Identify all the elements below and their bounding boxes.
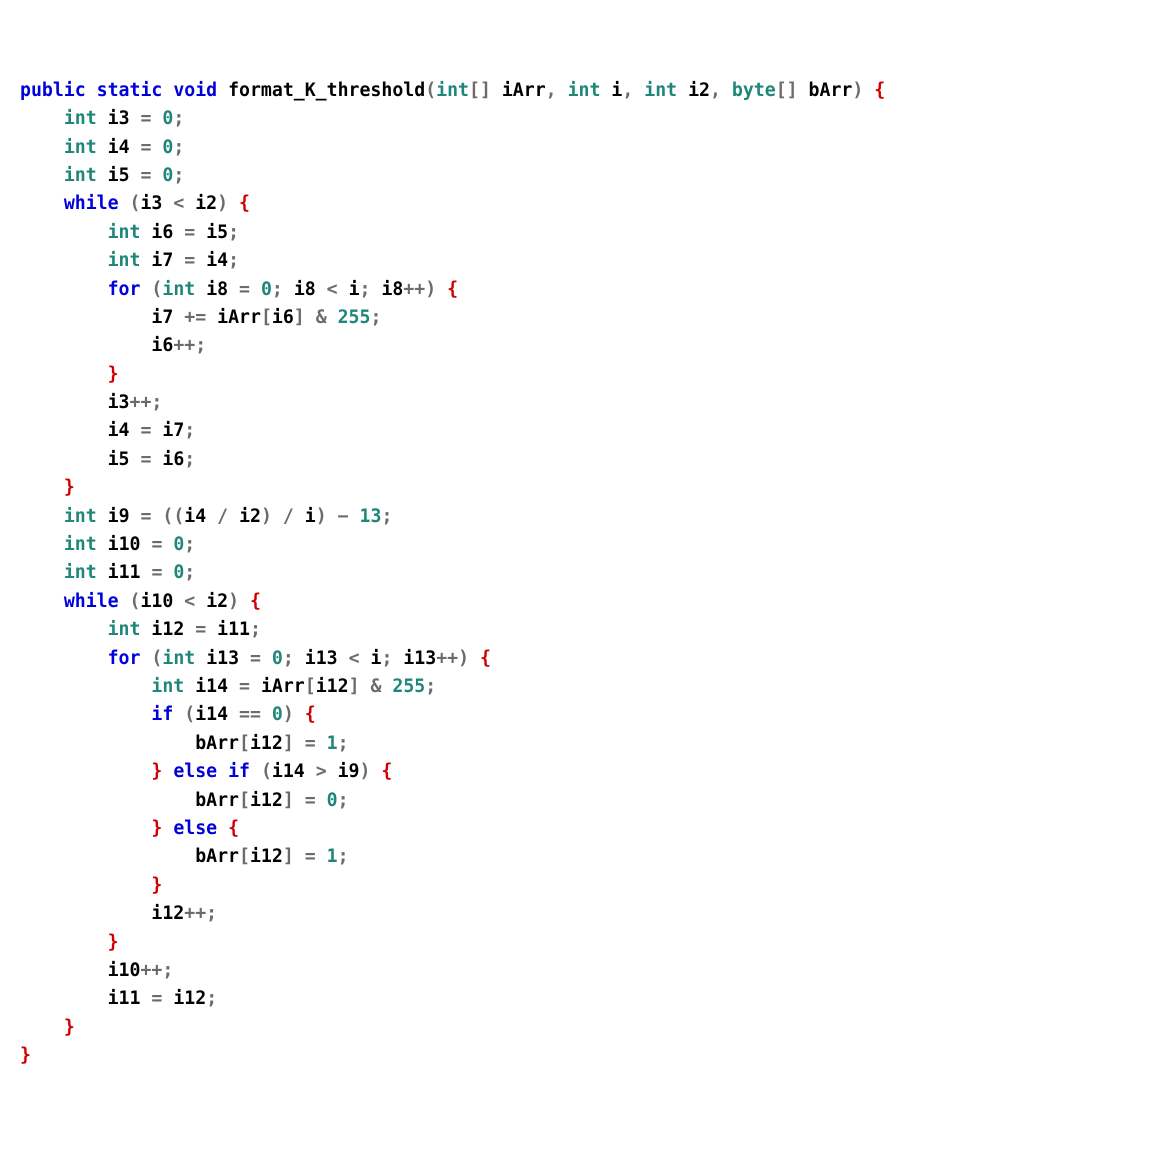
kw-static: static [97, 80, 163, 101]
function-name: format_K_threshold [228, 80, 425, 101]
kw-void: void [173, 80, 217, 101]
kw-else: else [173, 761, 217, 782]
open-brace: { [874, 80, 885, 101]
kw-for: for [108, 279, 141, 300]
close-brace: } [20, 1045, 31, 1066]
kw-if: if [151, 704, 173, 725]
type-int: int [436, 80, 469, 101]
kw-while: while [64, 193, 119, 214]
type-byte: byte [732, 80, 776, 101]
code-block: public static void format_K_threshold(in… [20, 77, 1136, 1071]
kw-public: public [20, 80, 86, 101]
